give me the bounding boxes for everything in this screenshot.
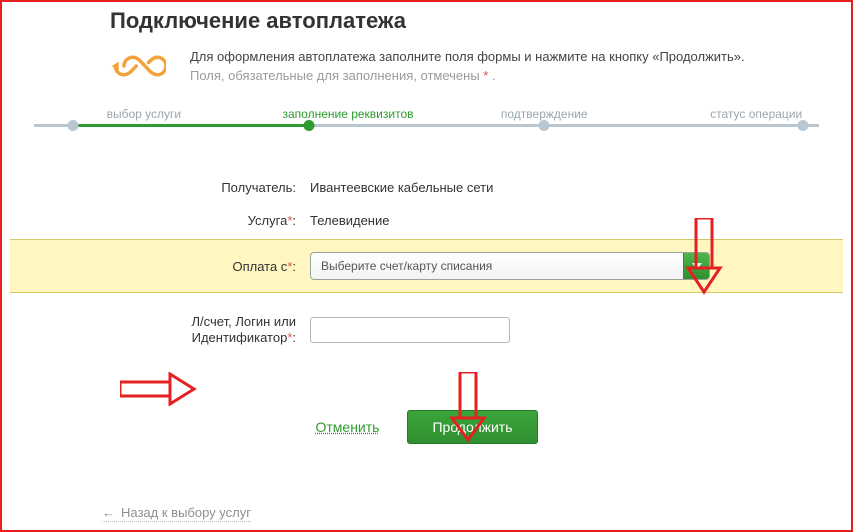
identifier-label: Л/счет, Логин или Идентификатор*: [10,314,310,347]
autopay-infinity-icon [110,48,170,89]
payfrom-selected-text: Выберите счет/карту списания [321,259,492,273]
cancel-link[interactable]: Отменить [315,419,379,435]
step-1: выбор услуги [64,107,224,121]
step-2: заполнение реквизитов [268,107,428,121]
intro-block: Для оформления автоплатежа заполните пол… [110,48,809,89]
service-label: Услуга*: [10,213,310,228]
row-payfrom: Оплата с*: Выберите счет/карту списания [10,239,843,293]
identifier-input[interactable] [310,317,510,343]
payfrom-select[interactable]: Выберите счет/карту списания [310,252,710,280]
intro-line1: Для оформления автоплатежа заполните пол… [190,48,745,67]
recipient-label: Получатель: [10,180,310,195]
continue-button[interactable]: Продолжить [407,410,537,444]
step-4: статус операции [676,107,836,121]
service-value: Телевидение [310,213,389,228]
page-title: Подключение автоплатежа [110,8,843,34]
row-identifier: Л/счет, Логин или Идентификатор*: [10,305,843,356]
recipient-value: Ивантеевские кабельные сети [310,180,493,195]
step-3: подтверждение [464,107,624,121]
row-recipient: Получатель: Ивантеевские кабельные сети [10,171,843,204]
chevron-down-icon [683,253,709,279]
arrow-left-icon: ← [102,505,115,520]
progress-stepper: выбор услуги заполнение реквизитов подтв… [34,115,819,137]
row-service: Услуга*: Телевидение [10,204,843,237]
payfrom-label: Оплата с*: [10,259,310,274]
intro-line2: Поля, обязательные для заполнения, отмеч… [190,67,745,86]
back-link[interactable]: ← Назад к выбору услуг [102,505,251,522]
